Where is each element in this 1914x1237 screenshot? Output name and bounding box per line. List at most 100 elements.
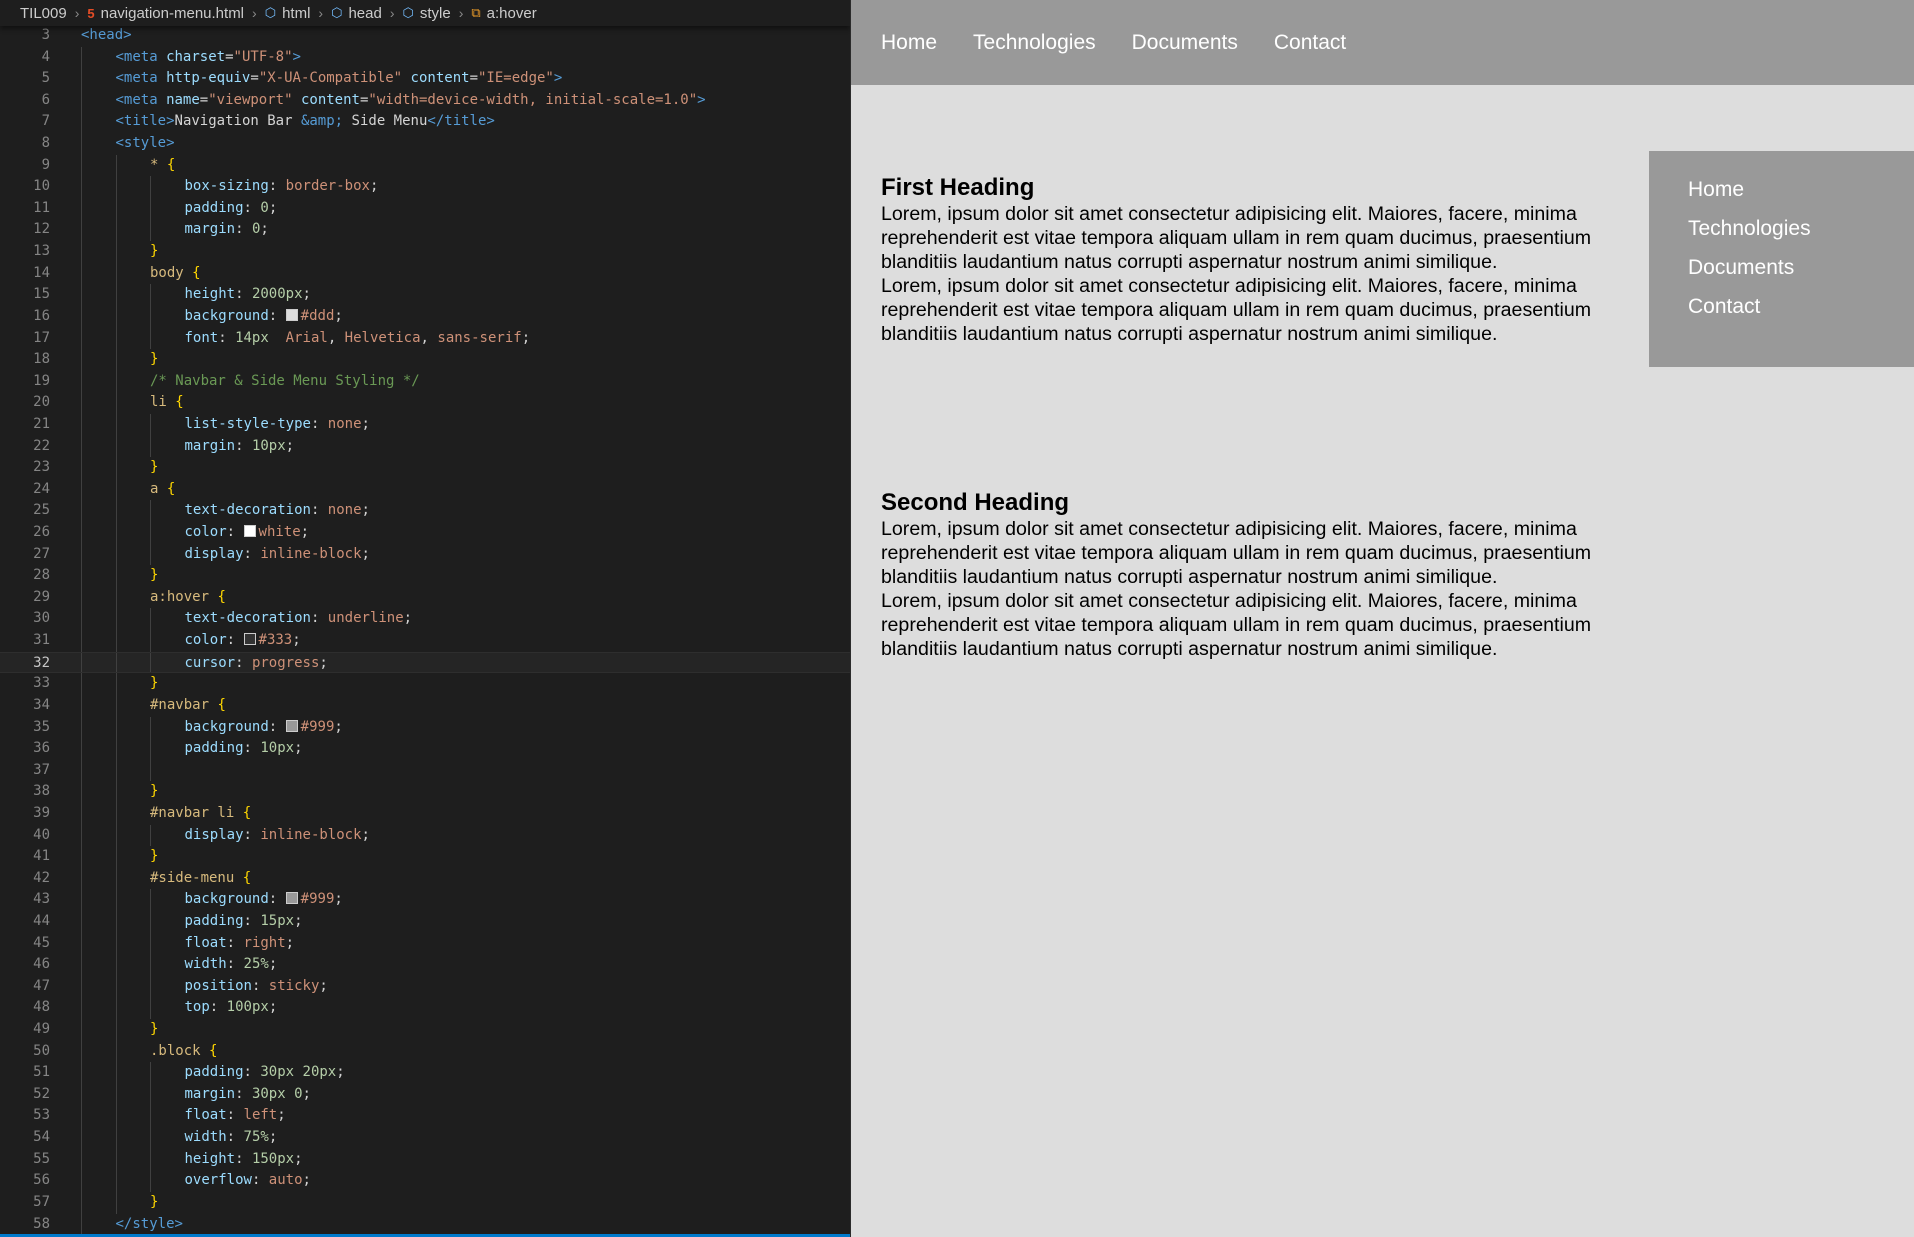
code-line[interactable]: 18} xyxy=(0,349,850,371)
content-block[interactable]: First Heading Lorem, ipsum dolor sit ame… xyxy=(881,174,1601,354)
code-line[interactable]: 39 #navbar li { xyxy=(0,802,850,825)
code-line[interactable]: 15 height: 2000px; xyxy=(0,284,850,306)
code-token: Side Menu xyxy=(343,113,428,130)
code-line[interactable]: 55 height: 150px; xyxy=(0,1148,850,1171)
side-menu-item-technologies[interactable]: Technologies xyxy=(1688,214,1914,253)
code-line[interactable]: 51 padding: 30px 20px; xyxy=(0,1062,850,1084)
breadcrumb-html[interactable]: ⬡ html xyxy=(265,5,311,22)
code-line[interactable]: 20 li { xyxy=(0,392,850,414)
navbar-item-documents[interactable]: Documents xyxy=(1132,31,1238,55)
code-line[interactable]: 53 float: left; xyxy=(0,1105,850,1128)
code-line[interactable]: 19 /* Navbar & Side Menu Styling */ xyxy=(0,370,850,393)
indent-guide xyxy=(115,392,117,414)
code-line[interactable]: 26 color: white; xyxy=(0,522,850,544)
code-line[interactable]: 46 width: 25%; xyxy=(0,954,850,976)
code-line[interactable]: 27 display: inline-block; xyxy=(0,543,850,566)
code-line[interactable]: 13} xyxy=(0,241,850,263)
color-swatch[interactable] xyxy=(285,892,298,905)
code-line[interactable]: 16 background: #ddd; xyxy=(0,305,850,328)
code-line[interactable]: 47 position: sticky; xyxy=(0,975,850,998)
code-line[interactable]: 43 background: #999; xyxy=(0,889,850,911)
code-line[interactable]: 36 padding: 10px; xyxy=(0,738,850,760)
code-line[interactable]: 24 a { xyxy=(0,478,850,501)
indent-guide xyxy=(81,1019,82,1041)
code-line[interactable]: 14 body { xyxy=(0,262,850,285)
breadcrumb-head[interactable]: ⬡ head xyxy=(331,5,382,22)
code-line[interactable]: 3 <head> xyxy=(0,25,850,47)
code-line[interactable]: 57} xyxy=(0,1191,850,1214)
code-editor[interactable]: TIL009 › 5 navigation-menu.html › ⬡ html ›… xyxy=(0,0,851,1237)
navbar-item-home[interactable]: Home xyxy=(881,31,937,55)
navbar-item-contact[interactable]: Contact xyxy=(1274,31,1346,55)
code-line[interactable]: 31 color: #333; xyxy=(0,630,850,652)
breadcrumb-folder[interactable]: TIL009 xyxy=(20,5,67,22)
code-line[interactable]: 10 box-sizing: border-box; xyxy=(0,176,850,198)
color-swatch[interactable] xyxy=(243,525,256,538)
color-swatch[interactable] xyxy=(243,633,256,646)
indent-guide xyxy=(150,1105,151,1128)
code-token: : xyxy=(243,826,261,843)
code-line[interactable]: 8 <style> xyxy=(0,133,850,155)
code-line[interactable]: 35 background: #999; xyxy=(0,716,850,739)
code-token: float xyxy=(184,934,227,951)
code-line[interactable]: 50 .block { xyxy=(0,1040,850,1063)
code-line[interactable]: 44 padding: 15px; xyxy=(0,910,850,933)
code-line[interactable]: 12 margin: 0; xyxy=(0,219,850,242)
indent-guide xyxy=(115,997,117,1020)
code-line[interactable]: 30 text-decoration: underline; xyxy=(0,608,850,631)
code-line[interactable]: 4 <meta charset="UTF-8"> xyxy=(0,46,850,69)
code-token: ; xyxy=(285,437,295,454)
indent-guide xyxy=(115,1062,117,1084)
code-line[interactable]: 7 <title>Navigation Bar &amp; Side Menu</… xyxy=(0,111,850,134)
code-line[interactable]: 54 width: 75%; xyxy=(0,1127,850,1149)
code-line[interactable]: 48 top: 100px; xyxy=(0,997,850,1020)
code-line[interactable]: 56 overflow: auto; xyxy=(0,1170,850,1192)
indent-guide xyxy=(150,608,151,631)
code-line[interactable]: 17 font: 14px Arial, Helvetica, sans-seri… xyxy=(0,327,850,350)
side-menu-item-contact[interactable]: Contact xyxy=(1688,292,1914,331)
code-line[interactable]: 29 a:hover { xyxy=(0,586,850,609)
block-paragraph: Lorem, ipsum dolor sit amet consectetur … xyxy=(881,275,1592,345)
code-line[interactable]: 38} xyxy=(0,781,850,803)
code-line[interactable]: 34 #navbar { xyxy=(0,694,850,717)
code-line[interactable]: 6 <meta name="viewport" content="width=de… xyxy=(0,89,850,112)
code-line[interactable]: 45 float: right; xyxy=(0,932,850,955)
code-lines[interactable]: 3 <head> 4 <meta charset="UTF-8"> 5 <meta htt… xyxy=(0,25,850,1236)
indent-guide xyxy=(81,1213,82,1236)
code-line[interactable]: 5 <meta http-equiv="X-UA-Compatible" cont… xyxy=(0,68,850,90)
code-text: a { xyxy=(150,479,175,501)
code-token: background xyxy=(184,307,269,324)
side-menu-item-documents[interactable]: Documents xyxy=(1688,253,1914,292)
content-block[interactable]: Second Heading Lorem, ipsum dolor sit am… xyxy=(881,489,1601,671)
breadcrumb-file[interactable]: 5 navigation-menu.html xyxy=(87,5,244,22)
code-line[interactable]: 41} xyxy=(0,846,850,868)
code-text: <meta http-equiv="X-UA-Compatible" conte… xyxy=(116,68,563,90)
color-swatch[interactable] xyxy=(285,719,298,732)
code-line[interactable]: 21 list-style-type: none; xyxy=(0,413,850,436)
breadcrumb-style[interactable]: ⬡ style xyxy=(402,5,450,22)
code-line[interactable]: 11 padding: 0; xyxy=(0,197,850,220)
code-line[interactable]: 9 * { xyxy=(0,154,850,177)
code-line[interactable]: 52 margin: 30px 0; xyxy=(0,1083,850,1106)
code-line[interactable]: 40 display: inline-block; xyxy=(0,824,850,847)
breadcrumb-selector[interactable]: ⧉ a:hover xyxy=(471,5,536,22)
code-line[interactable]: 33} xyxy=(0,673,850,695)
code-line[interactable]: 25 text-decoration: none; xyxy=(0,500,850,523)
side-menu-item-home[interactable]: Home xyxy=(1688,175,1914,214)
navbar-item-technologies[interactable]: Technologies xyxy=(973,31,1096,55)
color-swatch[interactable] xyxy=(285,308,298,321)
code-line[interactable]: 37 xyxy=(0,759,850,782)
indent-guide xyxy=(81,46,82,69)
element-icon: ⬡ xyxy=(264,5,277,20)
code-line[interactable]: 58 </style> xyxy=(0,1213,850,1236)
code-line[interactable]: 22 margin: 10px; xyxy=(0,435,850,458)
indent-guide xyxy=(115,219,117,242)
code-line[interactable]: 23} xyxy=(0,457,850,479)
code-line[interactable]: 28} xyxy=(0,565,850,587)
code-token: : xyxy=(243,545,261,562)
code-line[interactable]: 32 cursor: progress; xyxy=(0,651,850,674)
code-line[interactable]: 49} xyxy=(0,1019,850,1041)
line-number: 45 xyxy=(33,934,50,951)
code-line[interactable]: 42 #side-menu { xyxy=(0,867,850,890)
